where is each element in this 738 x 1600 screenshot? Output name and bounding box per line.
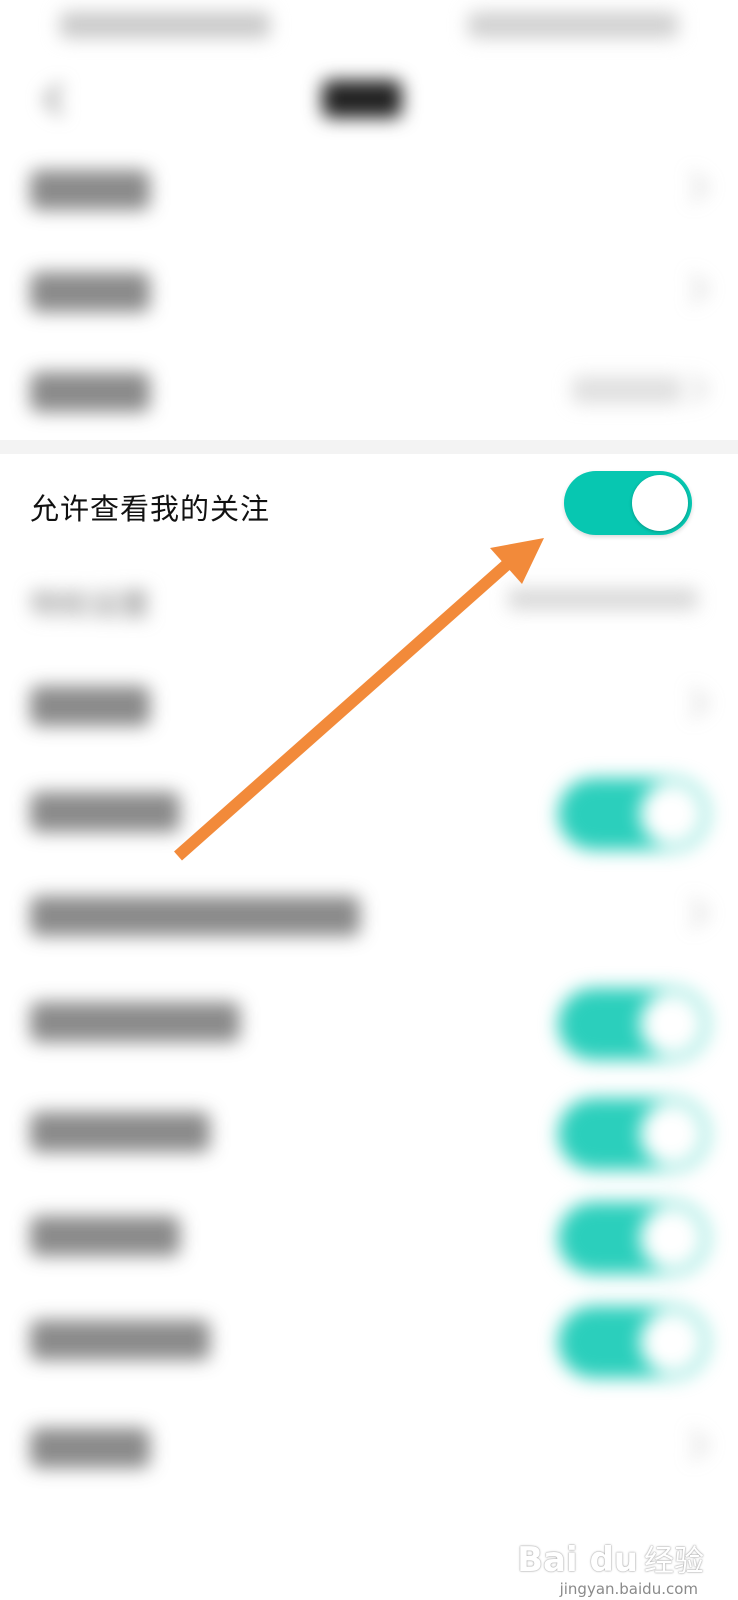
chevron-right-icon xyxy=(677,687,709,719)
settings-row[interactable] xyxy=(0,866,738,970)
row-label xyxy=(30,1428,150,1468)
row-label xyxy=(30,372,150,412)
status-bar-left xyxy=(60,12,270,38)
settings-row[interactable] xyxy=(0,762,738,866)
chevron-right-icon xyxy=(677,273,709,305)
row-label xyxy=(30,1112,210,1152)
toggle-knob xyxy=(640,782,704,846)
row-label xyxy=(30,896,360,936)
chevron-right-icon xyxy=(677,897,709,929)
row-label xyxy=(30,272,150,312)
section-title: 特权设置 xyxy=(30,588,150,623)
settings-row[interactable] xyxy=(0,972,738,1076)
toggle-knob xyxy=(640,992,704,1056)
settings-row[interactable] xyxy=(0,1290,738,1394)
watermark-logo: Bai du xyxy=(517,1540,638,1580)
chevron-right-icon xyxy=(677,171,709,203)
section-divider xyxy=(0,440,738,454)
settings-row[interactable] xyxy=(0,1186,738,1290)
toggle-switch[interactable] xyxy=(558,778,708,850)
chevron-right-icon xyxy=(677,373,709,405)
toggle-switch[interactable] xyxy=(558,988,708,1060)
settings-row[interactable] xyxy=(0,242,738,346)
section-hint xyxy=(508,588,698,610)
allow-view-following-row[interactable]: 允许查看我的关注 xyxy=(0,456,738,560)
baidu-watermark: Bai du 经验 xyxy=(517,1536,704,1580)
row-label xyxy=(30,170,150,210)
toggle-knob xyxy=(632,475,688,531)
watermark-url: jingyan.baidu.com xyxy=(559,1580,698,1598)
toggle-switch[interactable] xyxy=(558,1306,708,1378)
allow-view-following-label: 允许查看我的关注 xyxy=(30,492,271,526)
toggle-knob xyxy=(640,1310,704,1374)
nav-bar xyxy=(0,60,738,140)
page-title xyxy=(322,80,402,118)
row-label xyxy=(30,1320,210,1360)
toggle-switch[interactable] xyxy=(558,1098,708,1170)
settings-row[interactable] xyxy=(0,140,738,244)
settings-row[interactable] xyxy=(0,1398,738,1502)
toggle-switch[interactable] xyxy=(558,1202,708,1274)
row-label xyxy=(30,1002,240,1042)
settings-row[interactable] xyxy=(0,1082,738,1186)
settings-row[interactable] xyxy=(0,342,738,446)
toggle-knob xyxy=(640,1206,704,1270)
status-bar-right xyxy=(468,12,678,38)
row-label xyxy=(30,686,150,726)
row-label xyxy=(30,1216,180,1256)
chevron-right-icon xyxy=(677,1429,709,1461)
row-label xyxy=(30,792,180,832)
allow-view-following-toggle[interactable] xyxy=(564,471,692,535)
row-value xyxy=(572,376,682,404)
watermark-text: 经验 xyxy=(644,1544,704,1579)
toggle-knob xyxy=(640,1102,704,1166)
settings-row[interactable] xyxy=(0,656,738,760)
status-bar xyxy=(0,0,738,60)
back-arrow-icon[interactable] xyxy=(40,82,68,118)
